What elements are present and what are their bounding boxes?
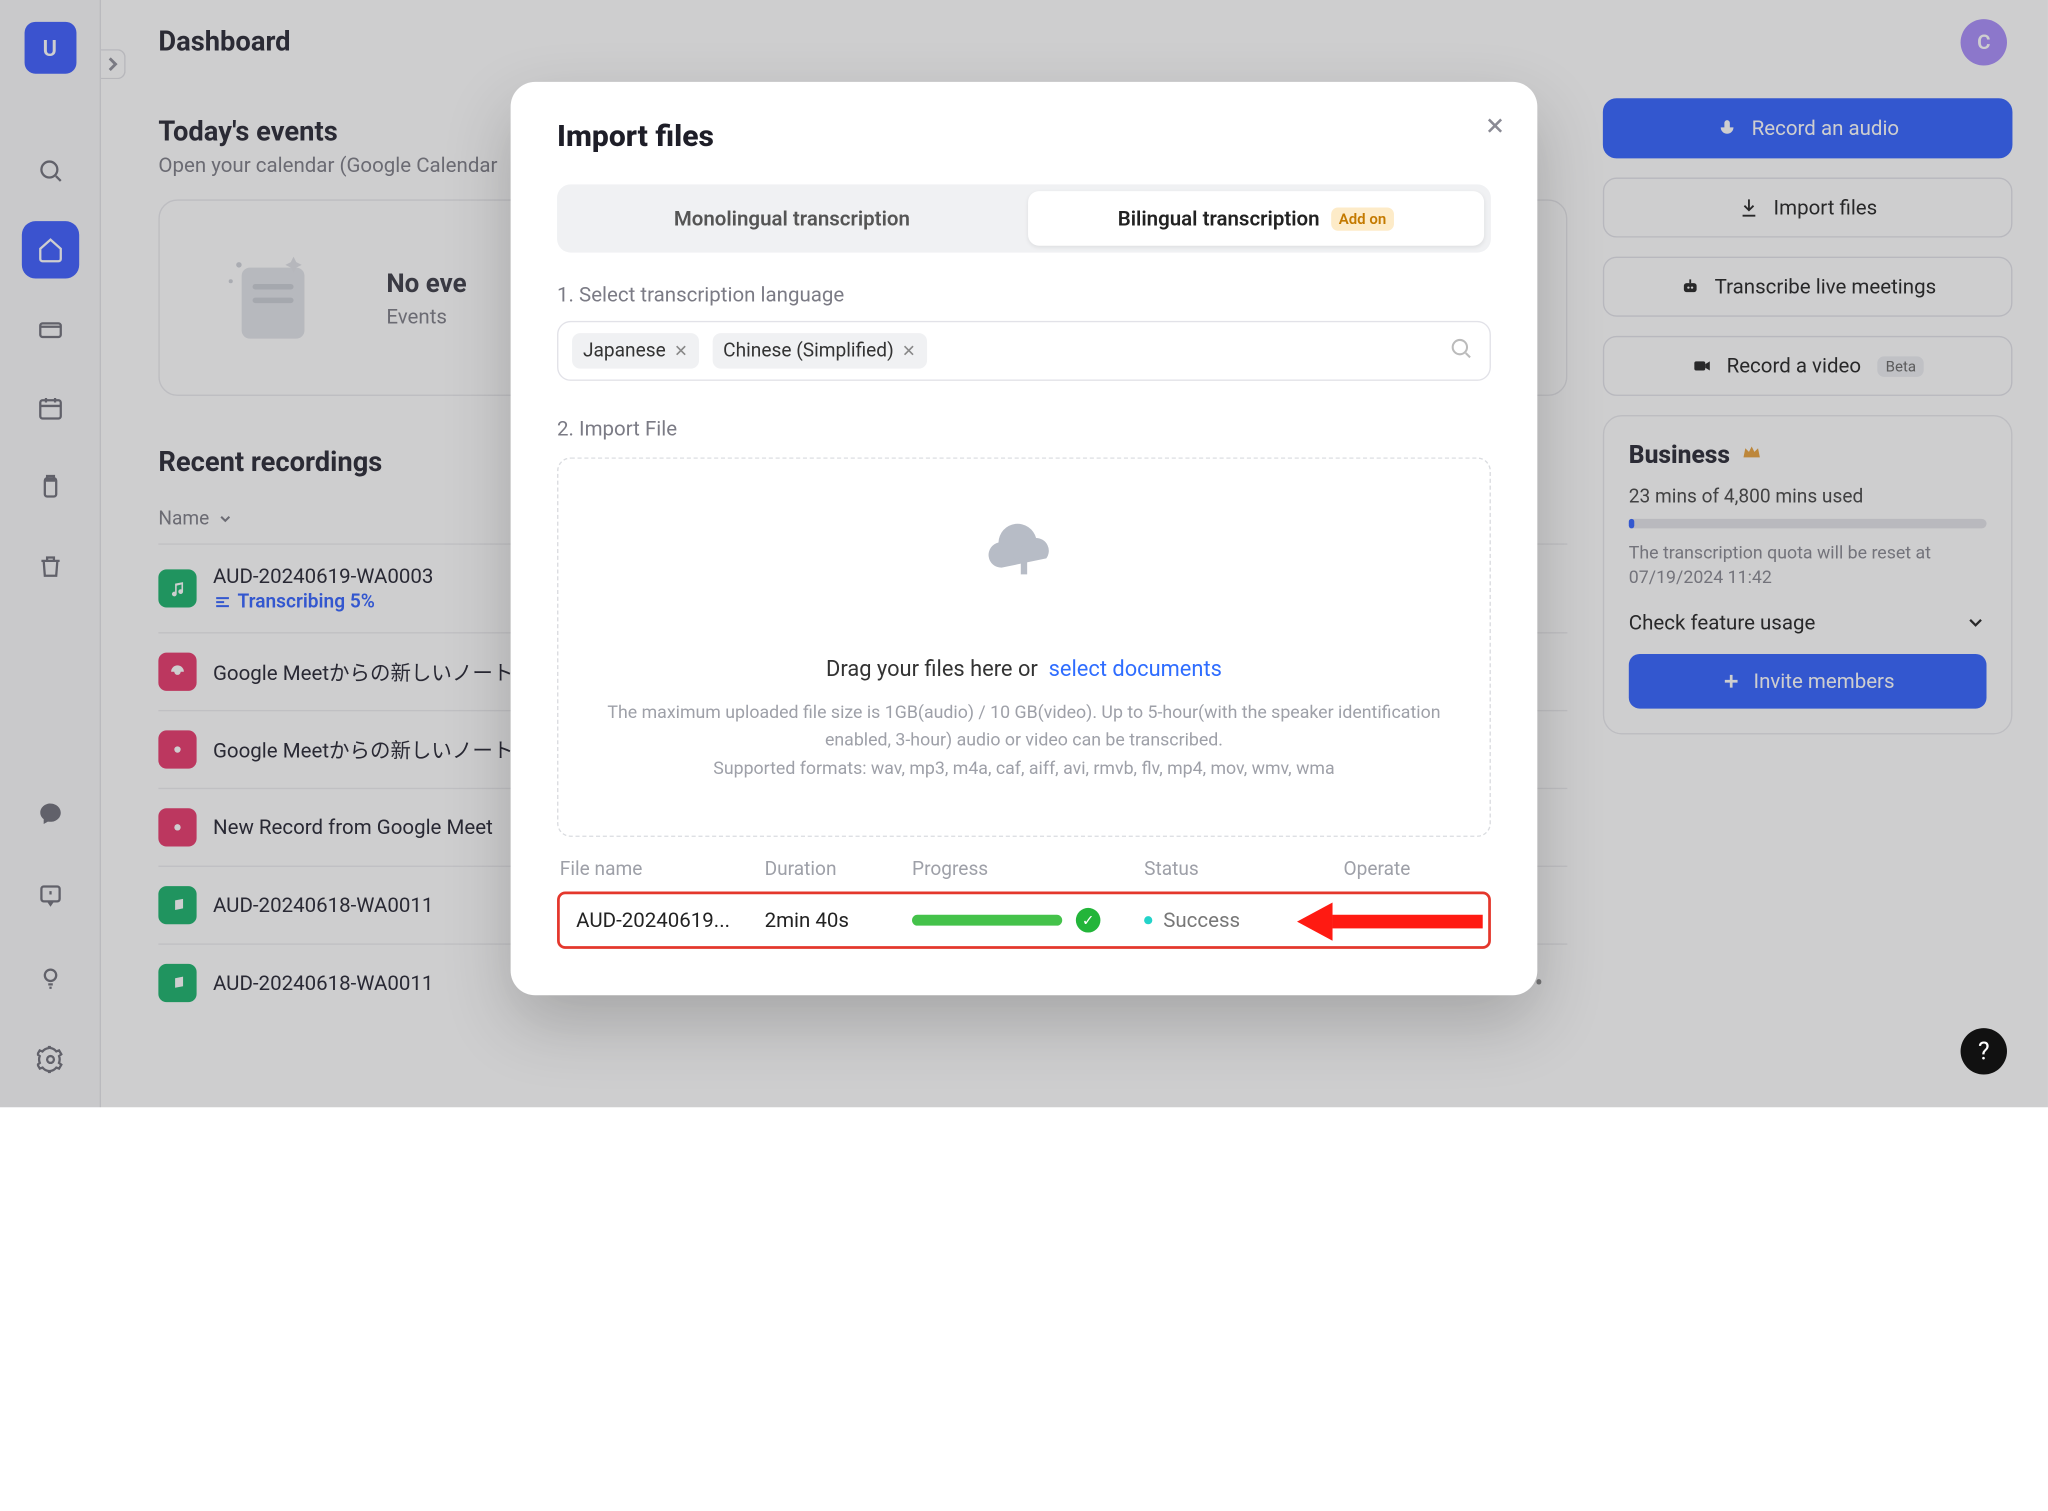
transcription-mode-tabs: Monolingual transcription Bilingual tran… xyxy=(557,184,1491,252)
select-documents-link[interactable]: select documents xyxy=(1049,656,1222,682)
uploaded-file-name: AUD-20240619... xyxy=(576,908,764,933)
file-dropzone[interactable]: Drag your files here or select documents… xyxy=(557,457,1491,837)
search-icon xyxy=(1449,336,1474,366)
chip-remove-icon[interactable]: ✕ xyxy=(902,341,916,360)
dropzone-text: Drag your files here or select documents xyxy=(826,656,1222,682)
upload-table-header: File name Duration Progress Status Opera… xyxy=(557,859,1491,881)
modal-close-button[interactable] xyxy=(1483,112,1508,145)
step2-label: 2. Import File xyxy=(557,416,1491,441)
check-icon: ✓ xyxy=(1076,908,1101,933)
tab-monolingual[interactable]: Monolingual transcription xyxy=(564,191,1020,246)
step1-label: 1. Select transcription language xyxy=(557,283,1491,308)
uploaded-file-duration: 2min 40s xyxy=(765,908,912,933)
addon-badge: Add on xyxy=(1331,207,1395,230)
chip-remove-icon[interactable]: ✕ xyxy=(674,341,688,360)
language-select[interactable]: Japanese✕ Chinese (Simplified)✕ xyxy=(557,321,1491,381)
import-files-modal: Import files Monolingual transcription B… xyxy=(511,82,1538,995)
modal-title: Import files xyxy=(557,120,1491,154)
dropzone-hint: The maximum uploaded file size is 1GB(au… xyxy=(599,701,1448,783)
upload-cloud-icon xyxy=(986,511,1062,593)
annotation-arrow xyxy=(1297,902,1483,940)
language-chip-chinese[interactable]: Chinese (Simplified)✕ xyxy=(712,333,926,368)
uploaded-file-progress: ✓ xyxy=(912,908,1144,933)
language-chip-japanese[interactable]: Japanese✕ xyxy=(572,333,699,368)
tab-bilingual[interactable]: Bilingual transcription Add on xyxy=(1028,191,1484,246)
close-icon xyxy=(1483,113,1508,138)
help-fab[interactable]: ? xyxy=(1961,1028,2007,1074)
